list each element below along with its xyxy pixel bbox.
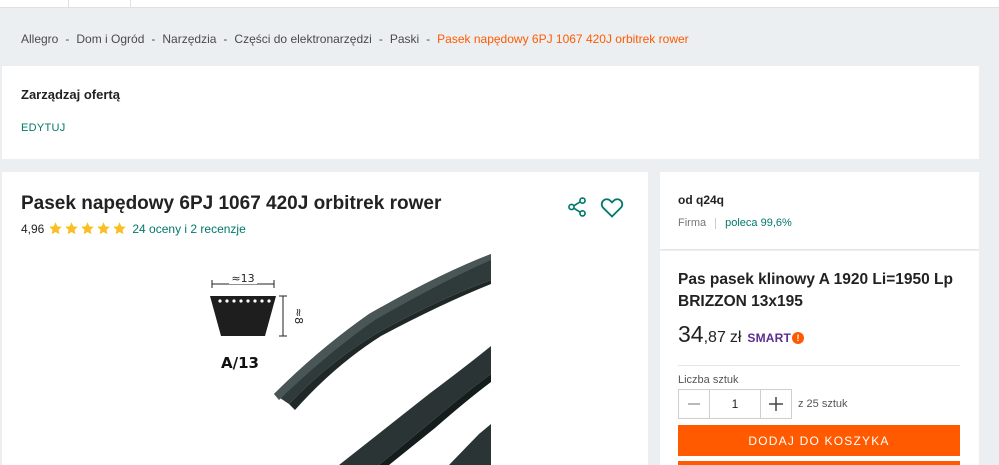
breadcrumb-item-czesci[interactable]: Części do elektronarzędzi (234, 32, 371, 46)
offer-title: Pas pasek klinowy A 1920 Li=1950 Lp BRIZ… (678, 271, 953, 310)
breadcrumb-separator: - (151, 32, 156, 46)
edit-offer-link[interactable]: EDYTUJ (21, 122, 66, 134)
manage-offer-panel: Zarządzaj ofertą EDYTUJ (2, 66, 979, 159)
breadcrumb-separator: - (426, 32, 431, 46)
product-image[interactable]: ≈13 ≈8 A/13 (179, 254, 491, 465)
dim-height-label: ≈8 (292, 308, 305, 324)
meta-divider (715, 217, 717, 229)
seller-panel: od q24q Firma poleca 99,6% (660, 172, 979, 250)
breadcrumb-item-paski[interactable]: Paski (390, 32, 419, 46)
star-icon (113, 222, 127, 235)
product-photo: ≈13 ≈8 A/13 (179, 254, 491, 465)
seller-type: Firma (678, 217, 707, 229)
reviews-link[interactable]: 24 oceny i 2 recenzje (132, 222, 245, 236)
star-icon (81, 222, 95, 235)
breadcrumb-item-dom-i-ogrod[interactable]: Dom i Ogród (76, 32, 144, 46)
seller-meta: Firma poleca 99,6% (678, 217, 792, 229)
star-icon (49, 222, 63, 235)
divider (678, 365, 960, 366)
quantity-available: z 25 sztuk (798, 398, 848, 410)
breadcrumb-separator: - (223, 32, 228, 46)
quantity-stepper: 1 (678, 389, 792, 419)
seller-recommend[interactable]: poleca 99,6% (725, 217, 792, 229)
heart-icon[interactable] (600, 196, 624, 218)
quantity-input[interactable]: 1 (710, 389, 760, 419)
offer-price: 34,87 zł SMART ! (678, 321, 805, 348)
breadcrumb-separator: - (378, 32, 383, 46)
top-bar-divider (130, 0, 131, 8)
product-panel: Pasek napędowy 6PJ 1067 420J orbitrek ro… (2, 172, 648, 465)
breadcrumb: Allegro - Dom i Ogród - Narzędzia - Części do … (21, 32, 689, 46)
star-icon (97, 222, 111, 235)
buy-box: Pas pasek klinowy A 1920 Li=1950 Lp BRIZ… (660, 251, 979, 465)
breadcrumb-current: Pasek napędowy 6PJ 1067 420J orbitrek ro… (437, 32, 689, 46)
product-rating: 4,96 24 oceny i 2 recenzje (21, 221, 246, 236)
share-icon[interactable] (566, 196, 588, 218)
smart-exclamation-icon: ! (792, 332, 805, 344)
dim-width-label: ≈13 (231, 272, 254, 285)
price-cents: ,87 (703, 329, 726, 346)
seller-name[interactable]: od q24q (678, 193, 724, 207)
minus-icon (688, 403, 700, 405)
increment-button[interactable] (760, 389, 792, 419)
rating-stars (48, 221, 128, 236)
star-icon (65, 222, 79, 235)
profile-label: A/13 (221, 354, 259, 372)
quantity-label: Liczba sztuk (678, 374, 739, 386)
product-title: Pasek napędowy 6PJ 1067 420J orbitrek ro… (21, 193, 442, 214)
top-bar-divider (68, 0, 69, 8)
top-navigation-bar (0, 0, 999, 8)
price-currency: zł (729, 329, 742, 346)
breadcrumb-separator: - (65, 32, 70, 46)
manage-offer-title: Zarządzaj ofertą (21, 87, 120, 102)
breadcrumb-item-narzedzia[interactable]: Narzędzia (162, 32, 216, 46)
breadcrumb-item-allegro[interactable]: Allegro (21, 32, 58, 46)
price-main: 34 (678, 321, 704, 347)
plus-icon (769, 397, 783, 411)
smart-label: SMART (747, 331, 792, 345)
buy-now-button[interactable] (678, 461, 960, 465)
smart-badge[interactable]: SMART ! (747, 331, 805, 345)
add-to-cart-button[interactable]: DODAJ DO KOSZYKA (678, 425, 960, 456)
rating-value: 4,96 (21, 221, 45, 236)
decrement-button[interactable] (678, 389, 710, 419)
